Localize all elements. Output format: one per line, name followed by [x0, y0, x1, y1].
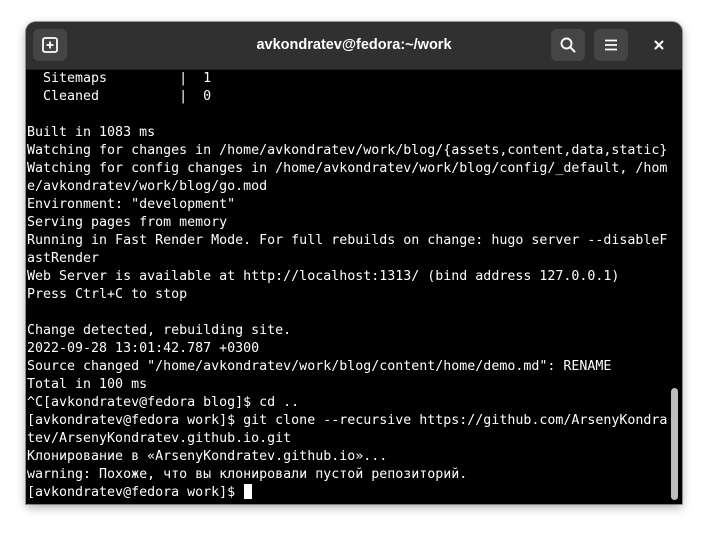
terminal-line: Source changed "/home/avkondratev/work/b…	[27, 359, 612, 374]
terminal-output[interactable]: Sitemaps | 1 Cleaned | 0 Built in 1083 m…	[27, 70, 667, 504]
terminal-line: Watching for changes in /home/avkondrate…	[27, 143, 667, 158]
terminal-line: ^C[avkondratev@fedora blog]$ cd ..	[27, 395, 300, 410]
terminal-line: Change detected, rebuilding site.	[27, 323, 292, 338]
scrollbar[interactable]	[669, 70, 680, 504]
terminal-line: warning: Похоже, что вы клонировали пуст…	[27, 467, 468, 482]
new-tab-icon	[42, 37, 58, 53]
shell-prompt: [avkondratev@fedora work]$	[27, 485, 244, 500]
menu-button[interactable]	[594, 29, 628, 61]
window-title: avkondratev@fedora:~/work	[256, 37, 452, 53]
terminal-line: Serving pages from memory	[27, 215, 228, 230]
terminal-line: Клонирование в «ArsenyKondratev.github.i…	[27, 449, 388, 464]
terminal-line: Cleaned | 0	[27, 89, 212, 104]
terminal-line: 2022-09-28 13:01:42.787 +0300	[27, 341, 260, 356]
new-tab-button[interactable]	[33, 29, 67, 61]
terminal-line: Built in 1083 ms	[27, 125, 156, 140]
close-button[interactable]	[644, 29, 674, 61]
header-bar: avkondratev@fedora:~/work	[26, 22, 682, 70]
terminal-line: Environment: "development"	[27, 197, 236, 212]
hamburger-menu-icon	[605, 39, 617, 51]
terminal-prompt-line[interactable]: [avkondratev@fedora work]$	[27, 484, 667, 502]
terminal-line: Web Server is available at http://localh…	[27, 269, 620, 284]
terminal-line: tev/ArsenyKondratev.github.io.git	[27, 431, 292, 446]
terminal-window: avkondratev@fedora:~/work Sitemaps | 1 C…	[26, 22, 682, 504]
terminal-line: [avkondratev@fedora work]$ git clone --r…	[27, 413, 667, 428]
terminal-line: astRender	[27, 251, 100, 266]
terminal-line: Watching for config changes in /home/avk…	[27, 161, 667, 176]
scrollbar-thumb[interactable]	[671, 388, 678, 500]
terminal-line: Sitemaps | 1	[27, 71, 212, 86]
terminal-line: Running in Fast Render Mode. For full re…	[27, 233, 667, 248]
search-icon	[560, 37, 576, 53]
terminal-line: Total in 100 ms	[27, 377, 148, 392]
terminal-line: Press Ctrl+C to stop	[27, 287, 188, 302]
terminal-line: e/avkondratev/work/blog/go.mod	[27, 179, 268, 194]
text-cursor	[244, 484, 253, 499]
search-button[interactable]	[551, 29, 585, 61]
close-icon	[654, 40, 664, 50]
